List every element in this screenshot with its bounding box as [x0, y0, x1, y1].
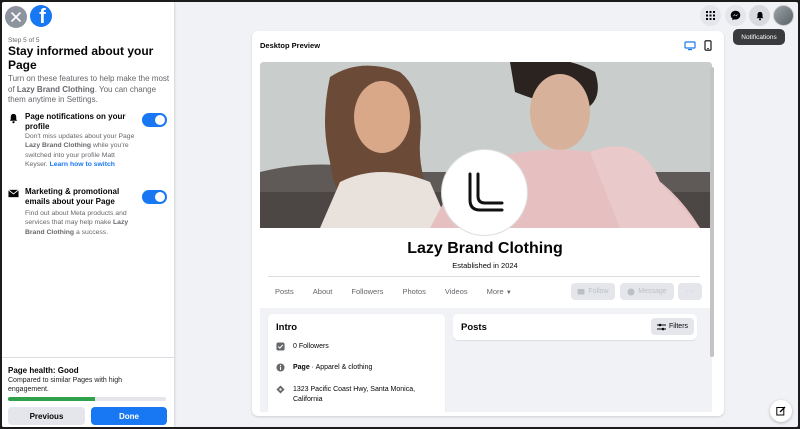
tab-videos[interactable]: Videos	[445, 282, 468, 302]
preview-label: Desktop Preview	[260, 41, 321, 50]
page-health-bar	[8, 397, 166, 401]
established-date: Established in 2024	[452, 261, 518, 270]
tab-posts[interactable]: Posts	[275, 282, 294, 302]
menu-button[interactable]	[700, 5, 721, 26]
mobile-view-button[interactable]	[701, 39, 715, 52]
close-icon	[11, 12, 21, 22]
compose-button[interactable]	[770, 400, 792, 422]
desktop-icon	[684, 40, 696, 50]
page-tabs: Posts About Followers Photos Videos More…	[268, 282, 531, 302]
tab-more-label: More	[486, 287, 504, 296]
message-label: Message	[638, 288, 667, 295]
filters-button[interactable]: Filters	[651, 318, 694, 335]
tab-more[interactable]: More ▼	[487, 282, 512, 302]
messenger-icon	[627, 288, 635, 295]
previous-button[interactable]: Previous	[8, 407, 85, 425]
follow-icon	[577, 289, 585, 295]
tab-followers[interactable]: Followers	[351, 282, 383, 302]
preview-scrollbar[interactable]	[710, 67, 714, 357]
message-button[interactable]: Message	[620, 283, 674, 300]
toggle-knob	[155, 192, 165, 202]
done-button[interactable]: Done	[91, 407, 167, 425]
bell-icon	[9, 113, 18, 124]
posts-title: Posts	[461, 322, 487, 333]
filters-label: Filters	[668, 323, 689, 330]
divider	[268, 276, 700, 277]
messenger-button[interactable]	[725, 5, 746, 26]
mobile-icon	[704, 40, 712, 51]
page-address: 1323 Pacific Coast Hwy, Santa Monica, Ca…	[293, 386, 416, 403]
notifications-button[interactable]	[749, 5, 770, 26]
follow-label: Follow	[588, 288, 609, 295]
tab-about[interactable]: About	[313, 282, 333, 302]
page-health-fill	[8, 397, 95, 401]
marketing-emails-toggle[interactable]	[142, 190, 167, 204]
option-title: Marketing & promotional emails about you…	[25, 187, 120, 206]
messenger-icon	[730, 10, 741, 21]
page-name: Lazy Brand Clothing	[407, 240, 563, 257]
wizard-description: Turn on these features to help make the …	[8, 74, 170, 104]
filters-icon	[656, 323, 666, 330]
edit-icon	[776, 406, 786, 416]
followers-count: 0 Followers	[293, 343, 329, 350]
intro-title: Intro	[276, 322, 298, 333]
followers-icon	[276, 342, 285, 351]
more-actions-button[interactable]: ···	[678, 283, 702, 300]
desktop-view-button[interactable]	[683, 39, 697, 52]
wizard-title: Stay informed about your Page	[8, 44, 154, 72]
page-health-title: Page health: Good	[8, 366, 79, 375]
page-notifications-toggle[interactable]	[142, 113, 167, 127]
notifications-tooltip: Notifications	[733, 29, 785, 45]
learn-how-to-switch-link[interactable]: Learn how to switch	[50, 161, 115, 168]
notifications-bell-icon	[756, 11, 763, 20]
info-icon	[276, 363, 285, 372]
wizard-footer: Page health: Good Compared to similar Pa…	[2, 357, 174, 427]
page-category: Page · Apparel & clothing	[293, 364, 373, 371]
envelope-icon	[8, 189, 19, 198]
tab-photos[interactable]: Photos	[402, 282, 425, 302]
brand-logo-icon	[468, 172, 503, 211]
page-feed: Intro 0 Followers Page · Apparel & cloth…	[260, 308, 712, 412]
option-description: Find out about Meta products and service…	[25, 210, 129, 236]
page-preview: Lazy Brand Clothing Established in 2024 …	[260, 62, 712, 412]
toggle-knob	[155, 115, 165, 125]
intro-card: Intro 0 Followers Page · Apparel & cloth…	[268, 314, 445, 412]
menu-grid-icon	[706, 11, 715, 20]
option-marketing-emails: Marketing & promotional emails about you…	[8, 187, 170, 242]
option-page-notifications: Page notifications on your profile Don't…	[8, 112, 170, 182]
step-indicator: Step 5 of 5	[8, 37, 40, 44]
setup-wizard-panel: f Step 5 of 5 Stay informed about your P…	[2, 2, 174, 427]
page-health-description: Compared to similar Pages with high enga…	[8, 377, 122, 393]
follow-button[interactable]: Follow	[571, 283, 615, 300]
option-title: Page notifications on your profile	[25, 112, 126, 131]
app-frame: f Step 5 of 5 Stay informed about your P…	[2, 2, 798, 427]
caret-down-icon: ▼	[505, 290, 512, 296]
close-button[interactable]	[5, 6, 27, 28]
desktop-preview-card: Desktop Preview Lazy Brand Clothing Esta…	[252, 31, 724, 416]
posts-card: Posts Filters	[453, 314, 697, 340]
account-avatar[interactable]	[773, 5, 794, 26]
location-icon	[276, 385, 285, 394]
profile-picture[interactable]	[442, 150, 527, 235]
facebook-logo-icon[interactable]: f	[30, 5, 52, 27]
option-description: Don't miss updates about your Page Lazy …	[25, 133, 135, 169]
